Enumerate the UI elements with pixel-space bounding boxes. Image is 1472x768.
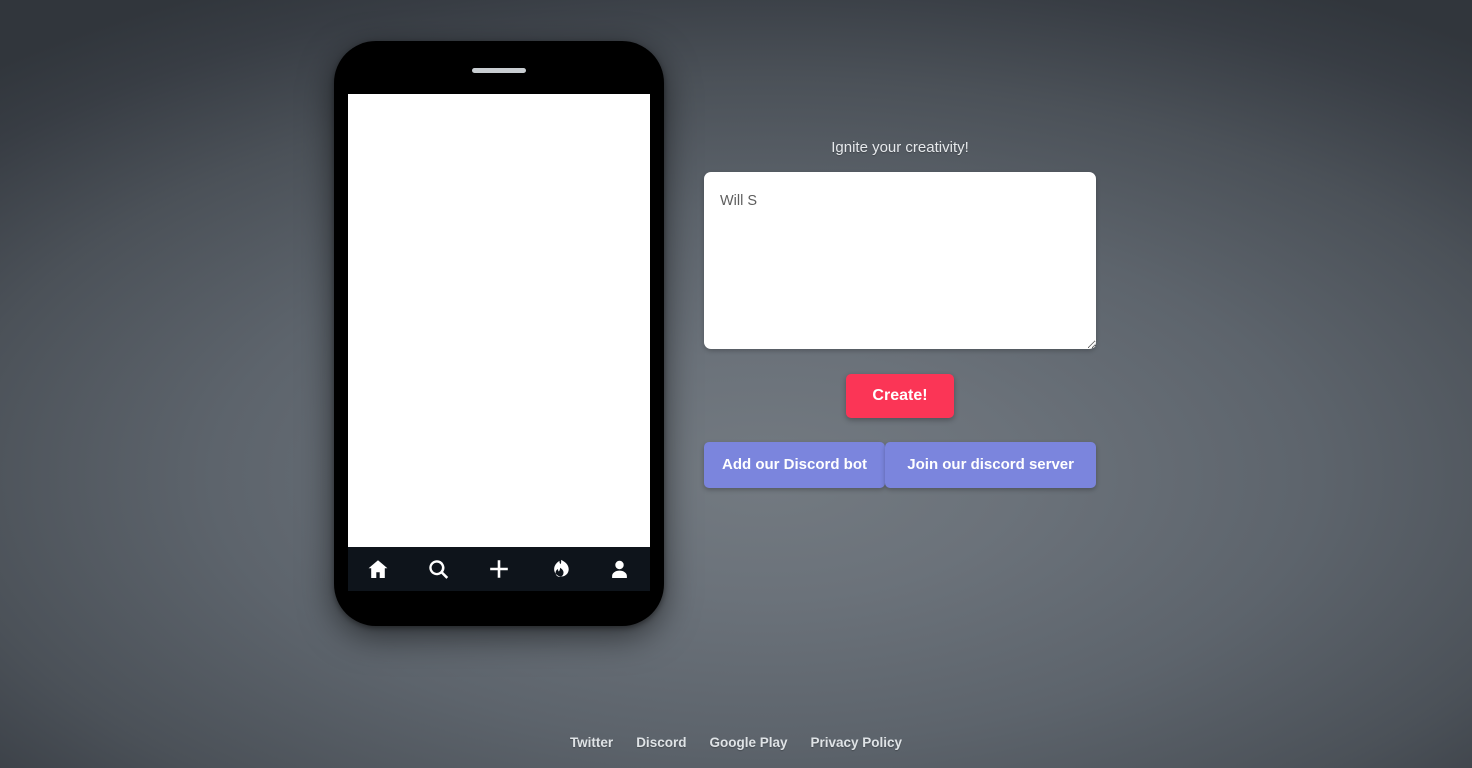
search-icon[interactable]: [426, 556, 452, 582]
footer-links: Twitter Discord Google Play Privacy Poli…: [0, 733, 1472, 753]
phone-bottom-navbar: [348, 547, 650, 591]
footer-link-twitter[interactable]: Twitter: [570, 733, 613, 753]
create-button-row: Create!: [704, 374, 1096, 418]
phone-speaker-grille: [472, 68, 526, 73]
footer-link-discord[interactable]: Discord: [636, 733, 686, 753]
join-discord-server-button[interactable]: Join our discord server: [885, 442, 1096, 488]
add-discord-bot-button[interactable]: Add our Discord bot: [704, 442, 885, 488]
phone-mockup: [334, 41, 664, 626]
plus-icon[interactable]: [486, 556, 512, 582]
page-title: Ignite your creativity!: [831, 139, 969, 156]
footer-link-privacy-policy[interactable]: Privacy Policy: [810, 733, 902, 753]
home-icon[interactable]: [365, 556, 391, 582]
creator-panel: Ignite your creativity! Create! Add our …: [704, 138, 1096, 488]
footer-link-google-play[interactable]: Google Play: [709, 733, 787, 753]
person-icon[interactable]: [607, 556, 633, 582]
create-button[interactable]: Create!: [846, 374, 954, 418]
discord-button-row: Add our Discord bot Join our discord ser…: [704, 442, 1096, 488]
flame-icon[interactable]: [546, 556, 572, 582]
phone-screen[interactable]: [348, 94, 650, 547]
prompt-input[interactable]: [704, 172, 1096, 349]
